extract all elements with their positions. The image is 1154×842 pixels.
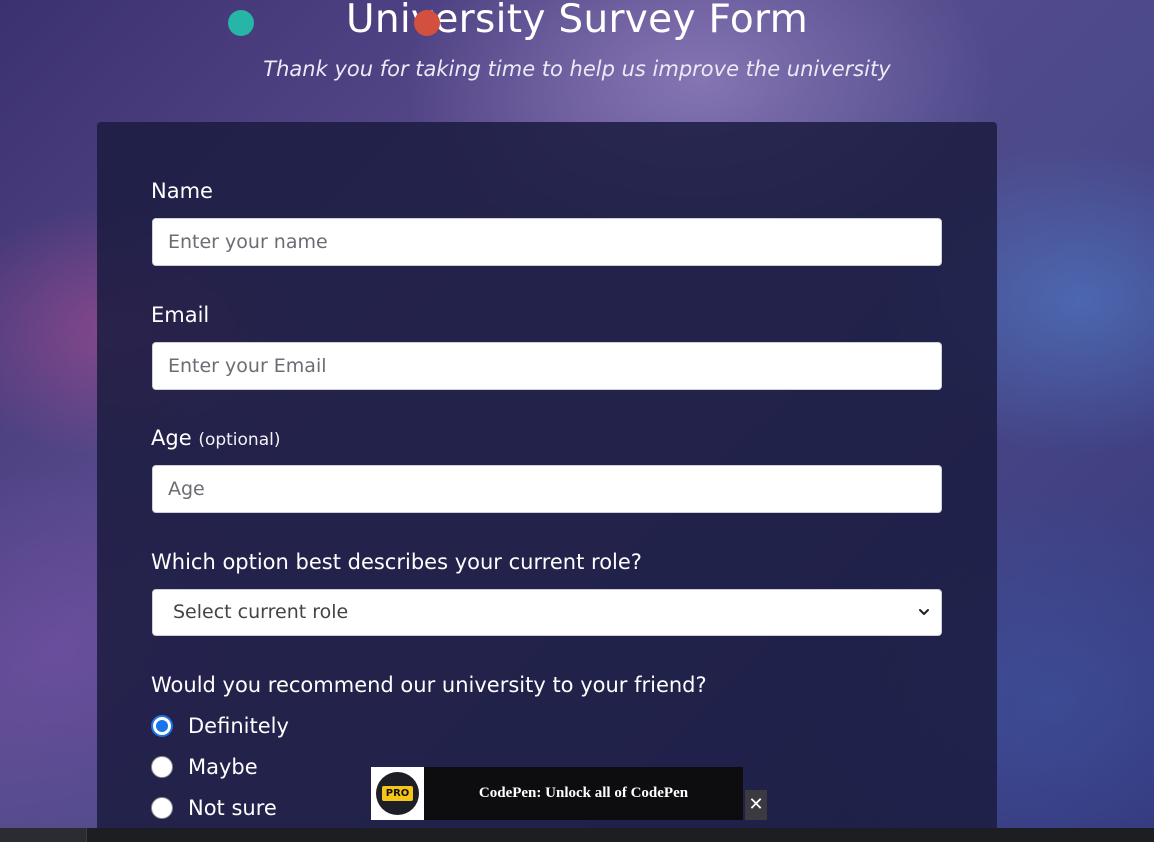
age-label-text: Age xyxy=(151,426,192,450)
email-label: Email xyxy=(151,301,209,329)
role-label: Which option best describes your current… xyxy=(151,548,642,576)
name-input[interactable] xyxy=(152,218,942,266)
codepen-pro-logo-icon: PRO xyxy=(376,772,419,815)
email-input[interactable] xyxy=(152,342,942,390)
promo-logo-box: PRO xyxy=(371,767,424,820)
pro-badge: PRO xyxy=(382,786,413,801)
role-select[interactable]: Select current role xyxy=(152,589,942,636)
name-label-text: Name xyxy=(151,179,213,203)
radio-label-definitely: Definitely xyxy=(188,714,289,738)
name-label: Name xyxy=(151,177,213,205)
codepen-promo-banner[interactable]: PRO CodePen: Unlock all of CodePen xyxy=(371,767,743,820)
page-title: University Survey Form xyxy=(345,0,809,42)
age-label: Age (optional) xyxy=(151,424,280,454)
survey-form-card: Name Email Age (optional) Which option b… xyxy=(97,122,997,842)
close-icon[interactable]: ✕ xyxy=(745,790,767,820)
radio-button-definitely[interactable] xyxy=(151,715,173,737)
email-label-text: Email xyxy=(151,303,210,327)
radio-button-not-sure[interactable] xyxy=(151,797,173,819)
chevron-down-icon xyxy=(919,609,929,615)
teal-circle-icon xyxy=(228,10,254,36)
recommend-question: Would you recommend our university to yo… xyxy=(151,673,707,697)
radio-button-maybe[interactable] xyxy=(151,756,173,778)
radio-label-not-sure: Not sure xyxy=(188,796,277,820)
bottom-toolbar-tab[interactable] xyxy=(0,828,87,842)
age-input[interactable] xyxy=(152,465,942,513)
radio-label-maybe: Maybe xyxy=(188,755,258,779)
promo-text: CodePen: Unlock all of CodePen xyxy=(478,785,689,801)
red-circle-icon xyxy=(414,10,440,36)
role-label-text: Which option best describes your current… xyxy=(151,550,642,574)
age-optional-hint: (optional) xyxy=(198,430,281,450)
page-subtitle: Thank you for taking time to help us imp… xyxy=(263,57,891,81)
bottom-toolbar xyxy=(0,828,1154,842)
role-select-value: Select current role xyxy=(173,601,349,623)
